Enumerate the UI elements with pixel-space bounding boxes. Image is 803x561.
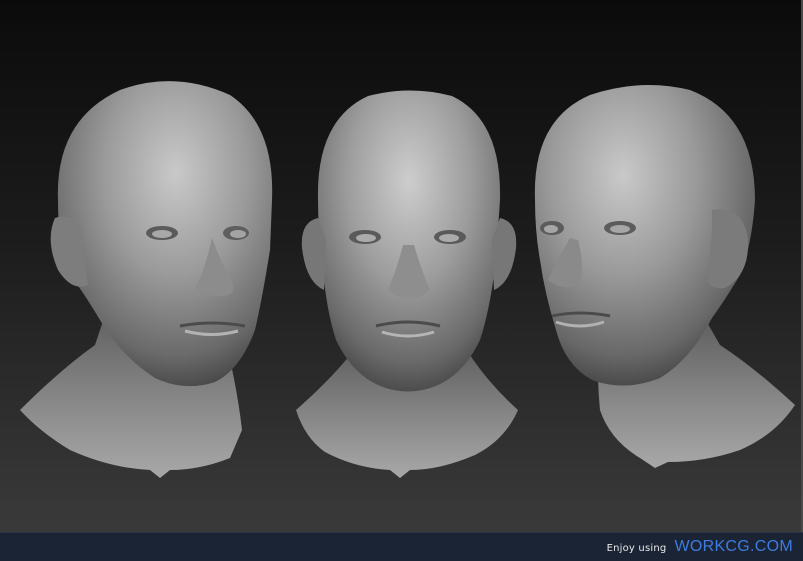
- head-model-left: [20, 81, 273, 478]
- head-model-right: [534, 85, 795, 468]
- render-viewport: [0, 0, 803, 532]
- sculpt-render: [20, 81, 795, 478]
- head-model-front: [296, 90, 518, 478]
- brand-link[interactable]: WORKCG.COM: [674, 538, 793, 556]
- footer-bar: Enjoy using WORKCG.COM: [0, 532, 803, 561]
- footer-credit: Enjoy using WORKCG.COM: [607, 538, 793, 556]
- footer-prefix: Enjoy using: [606, 543, 667, 554]
